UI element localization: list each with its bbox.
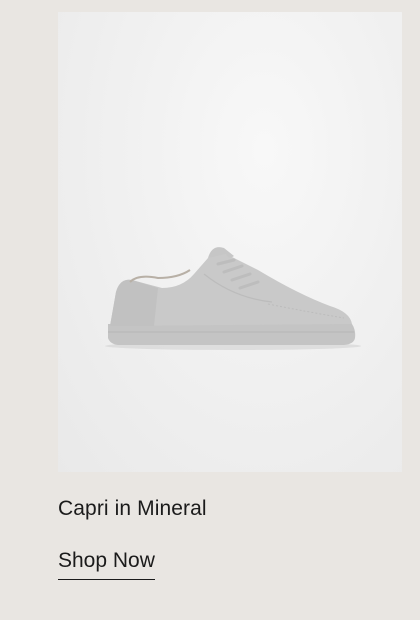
- product-title[interactable]: Capri in Mineral: [58, 497, 207, 521]
- shop-now-link[interactable]: Shop Now: [58, 549, 155, 580]
- sneaker-icon: [105, 247, 361, 350]
- product-card: Capri in Mineral Shop Now: [0, 0, 420, 620]
- product-image[interactable]: [58, 12, 402, 472]
